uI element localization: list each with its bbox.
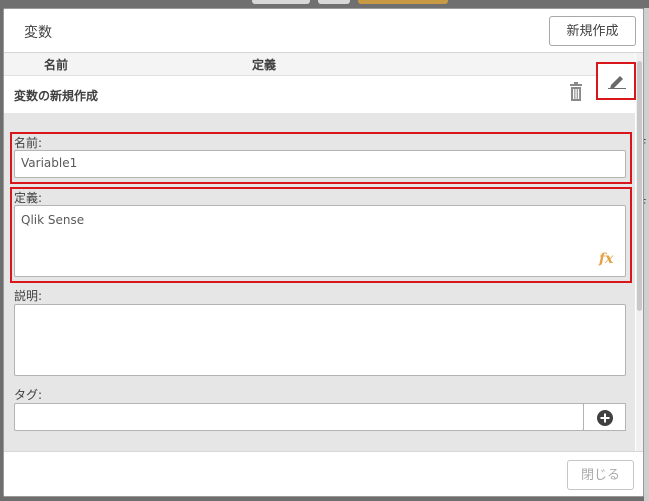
- definition-label: 定義:: [14, 191, 43, 205]
- description-input[interactable]: [14, 304, 626, 376]
- new-variable-row-label: 変数の新規作成: [14, 89, 99, 103]
- tags-label: タグ:: [14, 388, 43, 402]
- name-label: 名前:: [14, 136, 43, 150]
- dialog-footer: 閉じる: [4, 451, 643, 496]
- new-variable-button[interactable]: 新規作成: [549, 16, 636, 46]
- tags-input[interactable]: [14, 403, 584, 431]
- background-tab-active: [358, 0, 448, 4]
- edit-variable-button[interactable]: [596, 62, 636, 100]
- definition-input[interactable]: Qlik Sense: [14, 205, 626, 277]
- dialog-title: 変数: [24, 25, 52, 41]
- description-label: 説明:: [14, 289, 43, 303]
- plus-circle-icon: [597, 410, 613, 426]
- close-button[interactable]: 閉じる: [567, 460, 634, 490]
- pencil-icon: [608, 76, 626, 89]
- scrollbar-thumb[interactable]: [637, 61, 642, 311]
- dialog-scrollbar[interactable]: [636, 53, 643, 451]
- table-header: 名前 定義: [4, 53, 635, 76]
- background-tab: [318, 0, 350, 4]
- dialog-header: 変数 新規作成: [4, 9, 643, 53]
- app-background-right: [644, 8, 649, 501]
- add-tag-button[interactable]: [583, 403, 626, 431]
- trash-icon[interactable]: [568, 82, 584, 102]
- background-tab: [252, 0, 310, 4]
- dialog-body: 名前 定義 変数の新規作成 名前: Variable1 定義: Qlik Sen…: [4, 53, 635, 451]
- column-header-definition: 定義: [252, 58, 277, 72]
- variables-dialog: 変数 新規作成 名前 定義 変数の新規作成 名前: Variable1 定義: …: [3, 8, 644, 497]
- new-variable-row[interactable]: 変数の新規作成: [4, 76, 635, 113]
- name-input[interactable]: Variable1: [14, 150, 626, 178]
- column-header-name: 名前: [44, 58, 69, 72]
- fx-expression-icon[interactable]: fx: [599, 251, 613, 267]
